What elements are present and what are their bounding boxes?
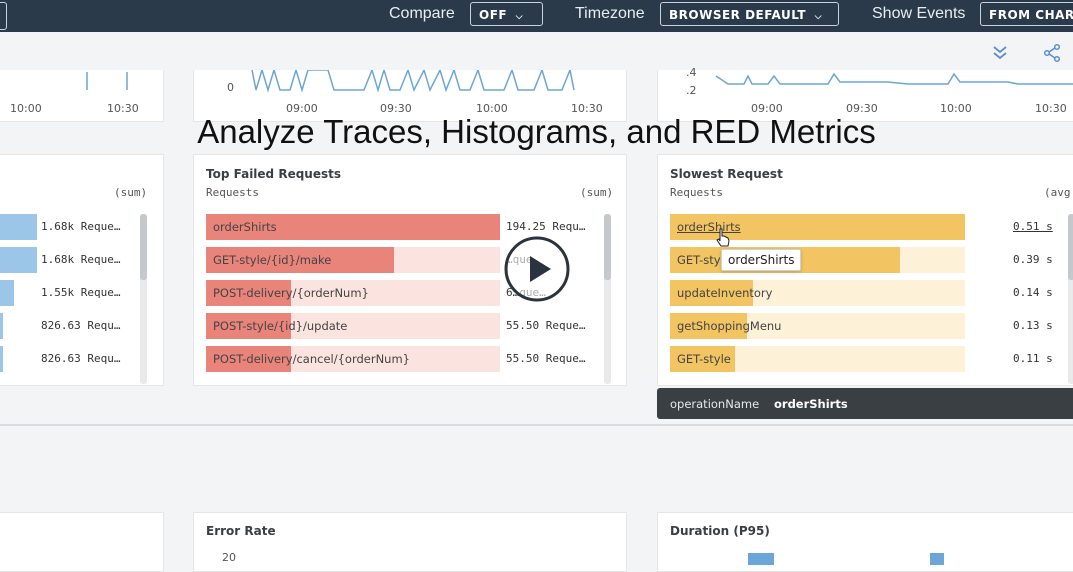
bar-label: GET-style xyxy=(677,352,731,366)
bar-row[interactable]: 1.68k Reque… xyxy=(0,214,163,240)
panel-title: Slowest Request xyxy=(670,167,783,181)
panel-title: Duration (P95) xyxy=(670,524,770,538)
bar-value: 826.63 Requ… xyxy=(41,352,121,365)
bar-label: POST-delivery/cancel/{orderNum} xyxy=(213,352,410,366)
bar-value: 55.50 Reque… xyxy=(506,319,586,332)
bar-value: 1.68k Reque… xyxy=(41,220,121,233)
y-tick-label: .2 xyxy=(686,84,697,97)
scrollbar[interactable] xyxy=(1068,214,1073,384)
compare-value: OFF xyxy=(479,8,508,22)
scrollbar-thumb[interactable] xyxy=(604,214,611,280)
top-toolbar: Compare OFF ⌵ Timezone BROWSER DEFAULT ⌵… xyxy=(0,0,1073,32)
bar-value: 55.50 Reque… xyxy=(506,352,586,365)
bar-label: GET-style/{id}/make xyxy=(213,253,332,267)
aggregation-label: (avg xyxy=(1044,186,1071,199)
bar-row[interactable]: 1.68k Reque… xyxy=(0,247,163,273)
compare-label: Compare xyxy=(389,5,455,22)
duration-p95-panel: Duration (P95) xyxy=(657,512,1073,572)
hover-info-bar: operationName orderShirts xyxy=(657,388,1073,419)
bar-value: 0.11 s xyxy=(1013,352,1053,365)
bar-fill xyxy=(0,346,3,372)
error-rate-panel: Error Rate 20 xyxy=(193,512,627,572)
panel-title: Top Failed Requests xyxy=(206,167,341,181)
bar-fill xyxy=(0,247,37,273)
bar-label: getShoppingMenu xyxy=(677,319,782,333)
slowest-request-panel: Slowest Request Requests (avg orderShirt… xyxy=(657,154,1073,386)
chevron-down-icon: ⌵ xyxy=(515,12,524,22)
y-tick-label: 0 xyxy=(227,81,234,94)
panel-subtitle: Requests xyxy=(670,186,723,199)
panel-title: Error Rate xyxy=(206,524,276,538)
play-button[interactable] xyxy=(504,236,570,302)
duration-bar xyxy=(748,553,774,565)
bar-value: 826.63 Requ… xyxy=(41,319,121,332)
show-events-value: FROM CHAR xyxy=(989,8,1073,22)
aggregation-label: (sum) xyxy=(114,186,148,199)
bar-row[interactable]: 826.63 Requ… xyxy=(0,313,163,339)
video-title: Analyze Traces, Histograms, and RED Metr… xyxy=(197,113,876,150)
y-tick-label: .4 xyxy=(686,66,697,79)
bar-value: 0.51 s xyxy=(1013,220,1053,233)
bar-value: 1.68k Reque… xyxy=(41,253,121,266)
chevron-down-icon: ⌵ xyxy=(814,12,823,22)
bar-label: POST-style/{id}/update xyxy=(213,319,348,333)
scrollbar-thumb[interactable] xyxy=(1068,214,1073,280)
bar-tooltip: orderShirts xyxy=(721,249,802,271)
timezone-label: Timezone xyxy=(575,5,645,22)
show-events-dropdown[interactable]: FROM CHAR xyxy=(980,2,1073,26)
duration-bar xyxy=(930,553,944,565)
bottom-left-panel xyxy=(0,512,164,572)
timezone-value: BROWSER DEFAULT xyxy=(669,8,807,22)
bar-row[interactable]: getShoppingMenu 0.13 s xyxy=(658,313,1073,339)
top-right-chart-line xyxy=(715,72,1073,85)
bar-label: GET-sty xyxy=(677,253,721,267)
bar-label: updateInventory xyxy=(677,286,773,300)
bar-fill xyxy=(0,214,37,240)
bar-label: orderShirts xyxy=(213,220,277,234)
show-events-label: Show Events xyxy=(872,5,966,22)
bar-label: POST-delivery/{orderNum} xyxy=(213,286,369,300)
bar-row[interactable]: POST-delivery/cancel/{orderNum} 55.50 Req… xyxy=(194,346,626,372)
top-left-chart-line xyxy=(86,72,128,90)
bar-value: 0.14 s xyxy=(1013,286,1053,299)
bar-fill xyxy=(0,313,3,339)
hover-value: orderShirts xyxy=(774,397,848,411)
top-middle-chart-line xyxy=(251,70,575,93)
bar-value: 0.39 s xyxy=(1013,253,1053,266)
scrollbar-thumb[interactable] xyxy=(140,214,147,280)
play-icon xyxy=(504,236,570,302)
bar-row[interactable]: updateInventory 0.14 s xyxy=(658,280,1073,306)
hand-cursor-icon xyxy=(715,228,731,248)
bar-row[interactable]: 826.63 Requ… xyxy=(0,346,163,372)
bar-row[interactable]: 1.55k Reque… xyxy=(0,280,163,306)
y-tick-label: 20 xyxy=(222,551,236,564)
toolbar-left-button-edge[interactable] xyxy=(0,2,7,30)
share-icon[interactable] xyxy=(1042,43,1062,63)
bar-value: 0.13 s xyxy=(1013,319,1053,332)
timezone-dropdown[interactable]: BROWSER DEFAULT ⌵ xyxy=(660,2,839,26)
section-divider xyxy=(0,424,1073,426)
bar-label: orderShirts xyxy=(677,220,741,234)
compare-dropdown[interactable]: OFF ⌵ xyxy=(470,2,543,26)
bar-row[interactable]: GET-style 0.11 s xyxy=(658,346,1073,372)
bar-fill xyxy=(0,280,14,306)
bar-value: 1.55k Reque… xyxy=(41,286,121,299)
scrollbar[interactable] xyxy=(140,214,147,384)
hover-key: operationName xyxy=(670,397,760,411)
bar-row[interactable]: POST-style/{id}/update 55.50 Reque… xyxy=(194,313,626,339)
aggregation-label: (sum) xyxy=(580,186,614,199)
left-partial-panel: (sum) 1.68k Reque… 1.68k Reque… 1.55k Requ… xyxy=(0,154,164,386)
panel-subtitle: Requests xyxy=(206,186,259,199)
collapse-all-icon[interactable] xyxy=(990,43,1010,63)
scrollbar[interactable] xyxy=(604,214,611,384)
